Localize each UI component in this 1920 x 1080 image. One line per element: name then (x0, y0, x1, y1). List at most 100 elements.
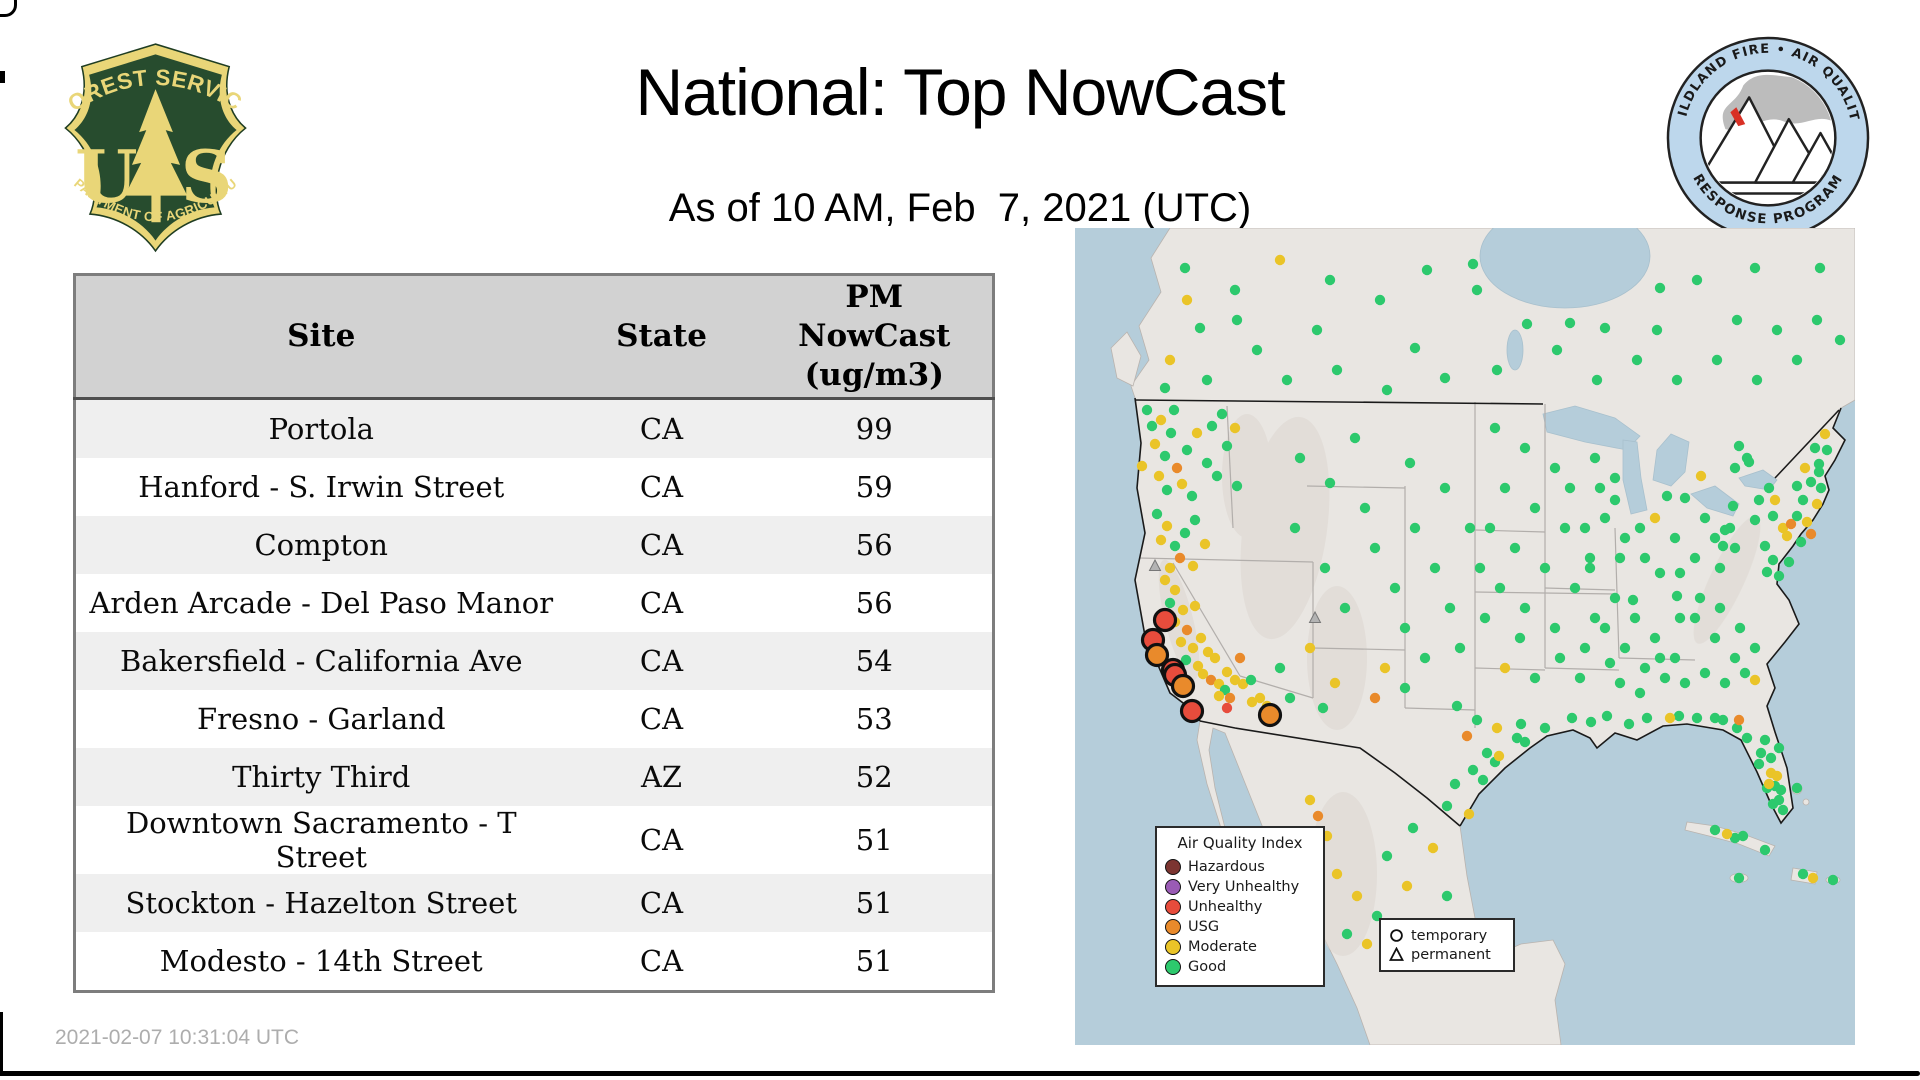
monitor-dot (1737, 830, 1749, 842)
monitor-dot (1699, 667, 1711, 679)
monitor-dot (1549, 622, 1561, 634)
monitor-dot (1585, 716, 1597, 728)
highlight-monitor-dot (1257, 702, 1283, 728)
monitor-dot (1767, 554, 1779, 566)
air-quality-map: Air Quality Index Hazardous Very Unhealth… (1075, 228, 1855, 1045)
monitor-dot (1529, 672, 1541, 684)
site-cell: Fresno - Garland (196, 702, 446, 736)
monitor-dot (1281, 374, 1293, 386)
monitor-dot (1161, 520, 1173, 532)
monitor-dot (1136, 460, 1148, 472)
monitor-dot (1181, 294, 1193, 306)
site-cell: Modesto - 14th Street (159, 944, 483, 978)
table-row: Thirty Third AZ 52 (74, 748, 994, 806)
monitor-dot (1554, 652, 1566, 664)
monitor-dot (1815, 482, 1827, 494)
monitor-dot (1409, 342, 1421, 354)
monitor-dot (1484, 522, 1496, 534)
monitor-dot (1404, 457, 1416, 469)
monitor-dot (1771, 324, 1783, 336)
monitor-dot (1775, 784, 1787, 796)
monitor-dot (1189, 600, 1201, 612)
monitor-dot (1691, 712, 1703, 724)
monitor-dot (1714, 602, 1726, 614)
monitor-dot (1795, 536, 1807, 548)
monitor-dot (1783, 556, 1795, 568)
monitor-dot (1224, 692, 1236, 704)
monitor-dot (1634, 522, 1646, 534)
monitor-dot (1609, 472, 1621, 484)
column-header: State (566, 274, 757, 400)
monitor-dot (1629, 612, 1641, 624)
monitor-dot (1639, 552, 1651, 564)
page-subtitle: As of 10 AM, Feb 7, 2021 (UTC) (668, 186, 1252, 230)
monitor-dot (1679, 492, 1691, 504)
monitor-dot (1654, 282, 1666, 294)
monitor-dot (1649, 512, 1661, 524)
monitor-dot (1719, 677, 1731, 689)
monitor-dot (1479, 612, 1491, 624)
monitor-dot (1441, 890, 1453, 902)
monitor-dot (1141, 404, 1153, 416)
monitor-dot (1733, 440, 1745, 452)
table-row: Hanford - S. Irwin Street CA 59 (74, 458, 994, 516)
monitor-dot (1231, 480, 1243, 492)
monitor-dot (1574, 672, 1586, 684)
monitor-dot (1727, 500, 1739, 512)
legend-label: permanent (1411, 946, 1491, 963)
monitor-dot (1359, 502, 1371, 514)
monitor-dot (1164, 354, 1176, 366)
monitor-dot (1464, 522, 1476, 534)
monitor-dot (1374, 294, 1386, 306)
monitor-dot (1566, 712, 1578, 724)
monitor-dot (1165, 427, 1177, 439)
monitor-dot (1801, 516, 1813, 528)
highlight-monitor-dot (1179, 698, 1205, 724)
site-cell: Downtown Sacramento - T Street (125, 806, 517, 874)
legend-label: temporary (1411, 927, 1488, 944)
monitor-dot (1739, 667, 1751, 679)
monitor-dot (1274, 254, 1286, 266)
monitor-dot (1494, 582, 1506, 594)
monitor-dot (1719, 524, 1731, 536)
aqi-legend-label: Unhealthy (1188, 899, 1263, 915)
monitor-dot (1679, 677, 1691, 689)
monitor-dot (1199, 538, 1211, 550)
monitor-dot (1499, 662, 1511, 674)
monitor-dot (1827, 874, 1839, 886)
permanent-triangle-icon (1389, 947, 1404, 961)
monitor-dot (1811, 498, 1823, 510)
monitor-dot (1763, 778, 1775, 790)
monitor-dot (1631, 354, 1643, 366)
monitor-dot (1179, 527, 1191, 539)
monitor-dot (1444, 602, 1456, 614)
monitor-dot (1221, 440, 1233, 452)
monitor-dot (1186, 490, 1198, 502)
monitor-dot (1246, 696, 1258, 708)
highlight-monitor-dot (1152, 607, 1178, 633)
monitor-dot (1221, 666, 1233, 678)
monitor-dot (1454, 642, 1466, 654)
monitor-dot (1177, 604, 1189, 616)
monitor-dot (1317, 702, 1329, 714)
nowcast-table-body: Portola CA 99 Hanford - S. Irwin Street CA 59… (74, 398, 994, 992)
monitor-dot (1439, 372, 1451, 384)
monitor-dot (1399, 682, 1411, 694)
monitor-dot (1819, 428, 1831, 440)
monitor-dot (1749, 262, 1761, 274)
slide-border-bottom (0, 1071, 1920, 1076)
monitor-dot (1689, 612, 1701, 624)
aqi-legend-label: Very Unhealthy (1188, 879, 1300, 895)
monitor-dot (1294, 452, 1306, 464)
monitor-dot (1169, 584, 1181, 596)
page-title: National: Top NowCast (635, 55, 1285, 129)
monitor-dot (1401, 880, 1413, 892)
monitor-dot (1176, 478, 1188, 490)
monitor-dot (1519, 736, 1531, 748)
monitor-dot (1564, 482, 1576, 494)
monitor-dot (1627, 594, 1639, 606)
monitor-dot (1471, 714, 1483, 726)
monitor-dot (1427, 842, 1439, 854)
monitor-dot (1729, 462, 1741, 474)
monitor-dot (1654, 652, 1666, 664)
